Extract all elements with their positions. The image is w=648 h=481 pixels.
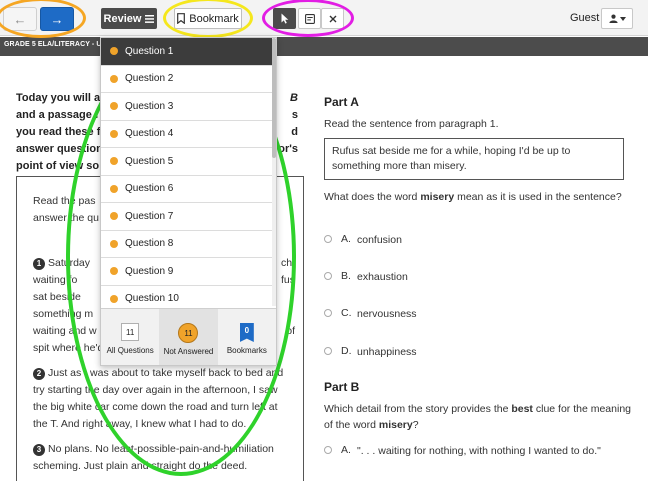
paragraph-number-1: 1 <box>33 258 45 270</box>
list-icon <box>145 14 155 23</box>
not-answered-dot-icon <box>110 157 118 166</box>
pointer-tool-button[interactable] <box>273 8 296 29</box>
test-title-bar: GRADE 5 ELA/LITERACY - U <box>0 37 648 56</box>
radio-button[interactable] <box>324 309 332 317</box>
review-dropdown: Question 1 Question 2 Question 3 Questio… <box>100 37 277 366</box>
guest-label: Guest <box>570 12 600 24</box>
not-answered-dot-icon <box>110 102 118 111</box>
not-answered-dot-icon <box>110 47 118 56</box>
not-answered-count: 11 <box>178 323 199 343</box>
filter-bookmarks[interactable]: 0 Bookmarks <box>218 309 276 365</box>
filter-label: Not Answered <box>163 347 214 356</box>
question-list: Question 1 Question 2 Question 3 Questio… <box>101 38 276 306</box>
part-b-option-a[interactable]: A. ". . . waiting for nothing, with noth… <box>324 444 624 478</box>
bookmark-button[interactable]: Bookmark <box>174 8 242 29</box>
paragraph-3: 3 No plans. No least-possible-pain-and-hu… <box>33 443 274 472</box>
filter-not-answered[interactable]: 11 Not Answered <box>159 309 218 365</box>
next-button[interactable]: → <box>40 7 74 31</box>
question-item-6[interactable]: Question 6 <box>101 176 276 203</box>
close-tool-button[interactable] <box>321 8 344 29</box>
answer-option-a[interactable]: A. confusion <box>324 233 624 251</box>
filter-label: Bookmarks <box>226 346 267 355</box>
answer-option-d[interactable]: D. unhappiness <box>324 345 624 363</box>
arrow-right-icon: → <box>50 11 64 27</box>
bookmark-label: Bookmark <box>189 12 239 25</box>
answer-option-c[interactable]: C. nervousness <box>324 307 624 325</box>
notepad-icon <box>304 13 315 24</box>
top-toolbar: ← → Review Bookmark Guest <box>0 0 648 36</box>
question-item-7[interactable]: Question 7 <box>101 203 276 231</box>
paragraph-number-3: 3 <box>33 444 45 456</box>
radio-button[interactable] <box>324 272 332 280</box>
caret-down-icon <box>619 16 626 21</box>
question-item-2[interactable]: Question 2 <box>101 66 276 93</box>
not-answered-dot-icon <box>110 294 118 303</box>
filter-all-questions[interactable]: 11 All Questions <box>101 309 159 365</box>
radio-button[interactable] <box>324 347 332 355</box>
back-button[interactable]: ← <box>3 7 37 31</box>
part-b-title: Part B <box>324 380 360 394</box>
user-menu-button[interactable] <box>601 8 633 29</box>
bookmarks-count: 0 <box>239 323 254 342</box>
not-answered-dot-icon <box>110 74 118 83</box>
part-a-question: What does the word misery mean as it is … <box>324 191 622 203</box>
question-item-4[interactable]: Question 4 <box>101 121 276 148</box>
not-answered-dot-icon <box>110 184 118 193</box>
bookmark-icon <box>177 13 186 24</box>
review-filters: 11 All Questions 11 Not Answered 0 Bookm… <box>101 308 276 365</box>
user-icon <box>608 14 618 23</box>
close-icon <box>329 15 336 22</box>
question-list-scrollbar[interactable] <box>272 38 276 306</box>
notepad-button[interactable] <box>298 8 321 29</box>
question-pane: Part A Read the sentence from paragraph … <box>312 56 648 481</box>
radio-button[interactable] <box>324 235 332 243</box>
part-a-instruction: Read the sentence from paragraph 1. <box>324 118 499 130</box>
not-answered-dot-icon <box>110 212 118 221</box>
question-item-10[interactable]: Question 10 <box>101 286 276 307</box>
question-item-3[interactable]: Question 3 <box>101 93 276 121</box>
question-item-5[interactable]: Question 5 <box>101 148 276 176</box>
filter-label: All Questions <box>106 346 154 355</box>
part-b-question: Which detail from the story provides the… <box>324 403 631 431</box>
all-questions-count: 11 <box>121 323 140 341</box>
test-title: GRADE 5 ELA/LITERACY - U <box>4 41 102 48</box>
quoted-sentence: Rufus sat beside me for a while, hoping … <box>324 138 624 180</box>
paragraph-number-2: 2 <box>33 368 45 380</box>
question-item-1[interactable]: Question 1 <box>101 38 276 66</box>
review-button[interactable]: Review <box>101 8 157 29</box>
arrow-left-icon: ← <box>13 11 27 27</box>
cursor-icon <box>281 13 288 24</box>
radio-button[interactable] <box>324 446 332 454</box>
not-answered-dot-icon <box>110 239 118 248</box>
not-answered-dot-icon <box>110 267 118 276</box>
question-item-9[interactable]: Question 9 <box>101 258 276 286</box>
not-answered-dot-icon <box>110 129 118 138</box>
answer-option-b[interactable]: B. exhaustion <box>324 270 624 288</box>
review-label: Review <box>103 12 142 25</box>
question-item-8[interactable]: Question 8 <box>101 231 276 258</box>
passage-instructions: Read the pas answer the qu <box>33 195 99 224</box>
scrollbar-thumb[interactable] <box>272 38 276 158</box>
paragraph-2: 2 Just as I was about to take myself back… <box>33 367 284 430</box>
part-a-title: Part A <box>324 95 359 109</box>
